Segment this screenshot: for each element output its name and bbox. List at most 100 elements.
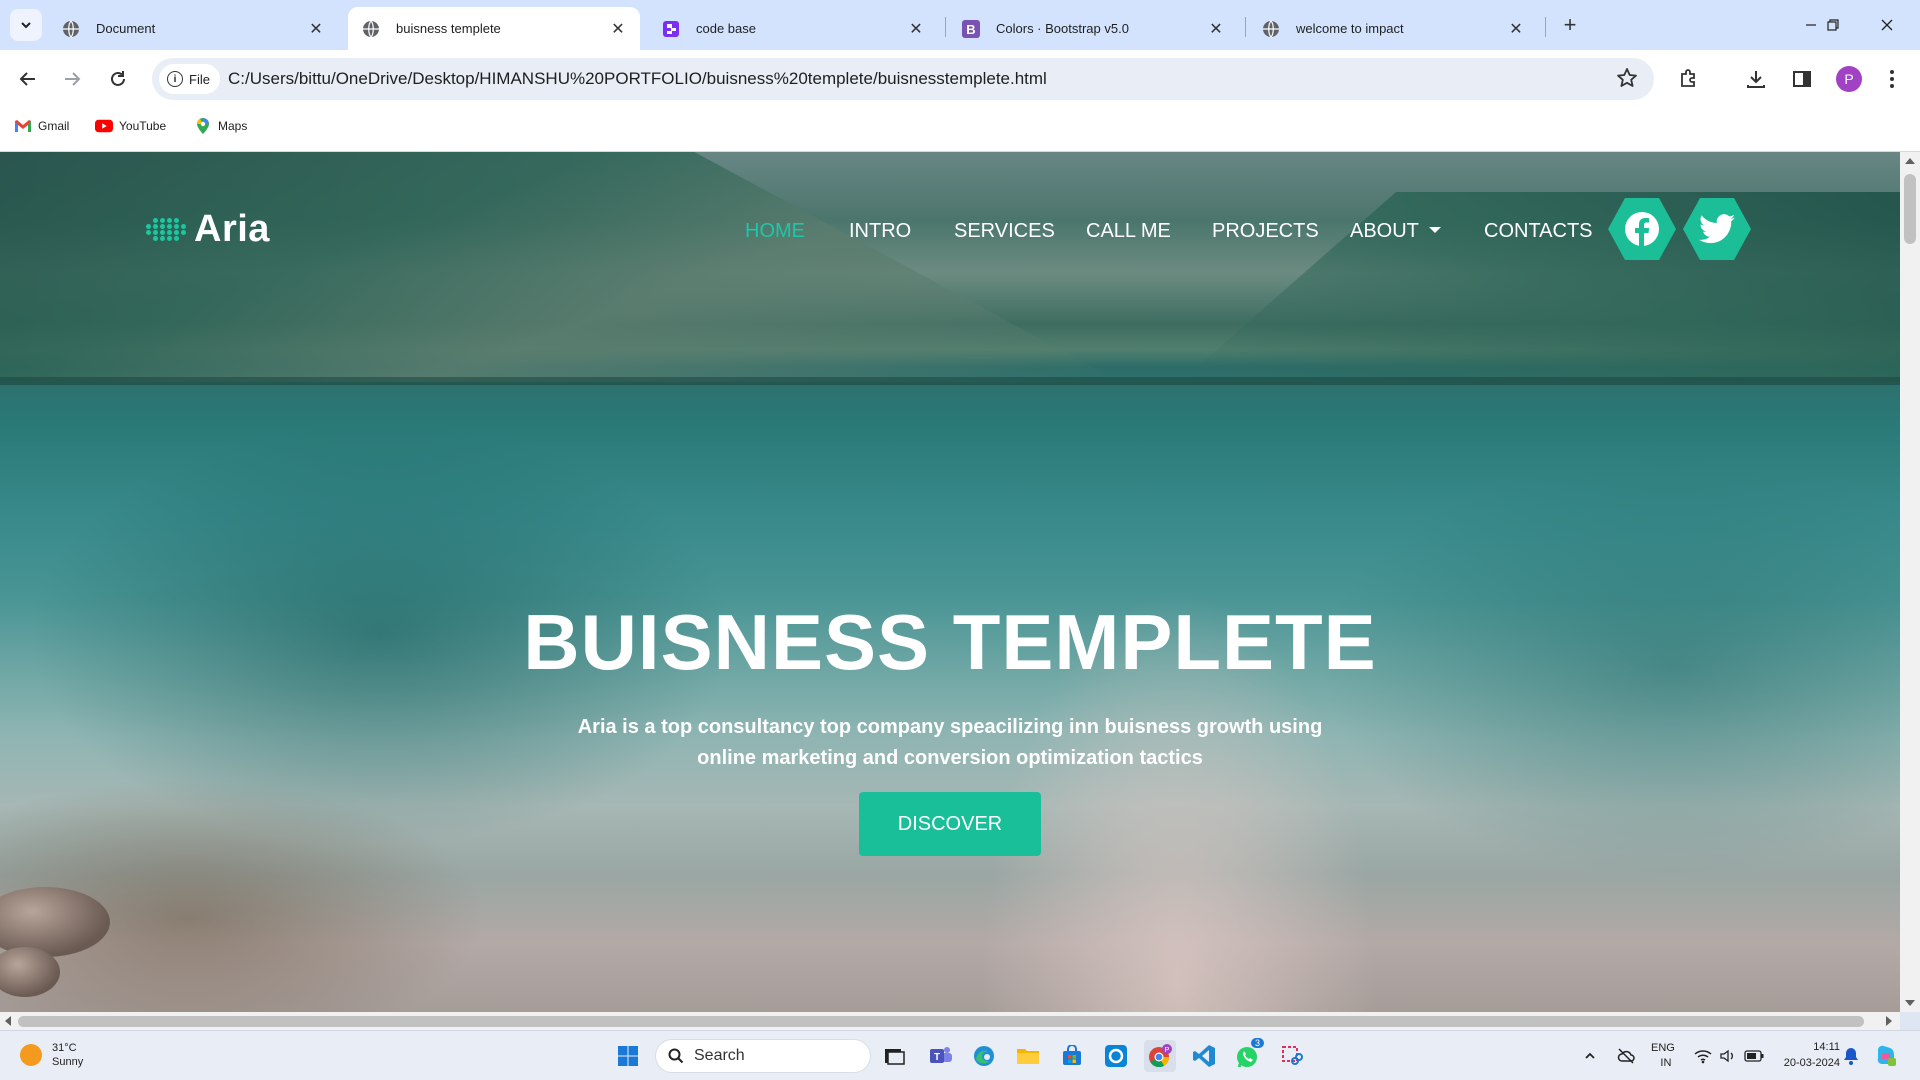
- bookmark-youtube[interactable]: YouTube: [95, 118, 166, 134]
- tab-search-button[interactable]: [10, 9, 42, 41]
- edge-button[interactable]: [968, 1040, 1000, 1072]
- browser-menu-button[interactable]: [1876, 63, 1908, 95]
- vscode-icon: [1193, 1045, 1215, 1067]
- discover-button[interactable]: DISCOVER: [859, 792, 1041, 856]
- close-icon[interactable]: ✕: [1506, 19, 1526, 39]
- downloads-button[interactable]: [1740, 63, 1772, 95]
- svg-text:P: P: [1165, 1047, 1170, 1054]
- address-bar[interactable]: i File C:/Users/bittu/OneDrive/Desktop/H…: [152, 58, 1654, 100]
- bookmark-label: Maps: [218, 119, 248, 133]
- svg-text:T: T: [934, 1052, 940, 1063]
- info-icon: i: [167, 71, 183, 87]
- tab-title: Document: [96, 21, 156, 36]
- tab-separator: [945, 17, 946, 37]
- scroll-right-arrow-icon[interactable]: [1886, 1016, 1892, 1026]
- vscode-button[interactable]: [1188, 1040, 1220, 1072]
- tab-colors-bootstrap[interactable]: B Colors · Bootstrap v5.0 ✕: [948, 7, 1238, 50]
- taskbar-search[interactable]: Search: [655, 1039, 871, 1073]
- chrome-icon: P: [1149, 1044, 1172, 1068]
- file-explorer-button[interactable]: [1012, 1040, 1044, 1072]
- tab-code-base[interactable]: code base ✕: [648, 7, 938, 50]
- bookmark-label: Gmail: [38, 119, 70, 133]
- app-button[interactable]: [1100, 1040, 1132, 1072]
- language-indicator[interactable]: ENG IN: [1651, 1031, 1675, 1080]
- reload-button[interactable]: [102, 63, 134, 95]
- copilot-button[interactable]: [1874, 1031, 1898, 1080]
- side-panel-icon: [1793, 71, 1811, 87]
- notifications-button[interactable]: [1843, 1031, 1859, 1080]
- folder-icon: [1017, 1049, 1039, 1064]
- nav-services[interactable]: SERVICES: [954, 220, 1055, 243]
- task-view-button[interactable]: [878, 1040, 910, 1072]
- scroll-left-arrow-icon[interactable]: [5, 1016, 11, 1026]
- bookmark-gmail[interactable]: Gmail: [14, 118, 69, 134]
- hero-title: BUISNESS TEMPLETE: [523, 598, 1377, 686]
- quick-settings-button[interactable]: [1694, 1031, 1764, 1080]
- close-icon[interactable]: ✕: [306, 19, 326, 39]
- nav-about[interactable]: ABOUT: [1350, 220, 1441, 243]
- reload-icon: [111, 71, 125, 86]
- url-text[interactable]: C:/Users/bittu/OneDrive/Desktop/HIMANSHU…: [228, 69, 1047, 89]
- start-button[interactable]: [612, 1040, 644, 1072]
- bookmark-maps[interactable]: Maps: [194, 118, 247, 134]
- nav-home[interactable]: HOME: [745, 220, 805, 243]
- close-icon[interactable]: ✕: [906, 19, 926, 39]
- search-icon: [668, 1048, 684, 1064]
- twitter-icon: [1699, 214, 1735, 244]
- bootstrap-icon: B: [962, 19, 980, 38]
- new-tab-button[interactable]: +: [1556, 11, 1584, 39]
- language-code: ENG: [1651, 1042, 1675, 1054]
- wifi-icon: [1694, 1050, 1712, 1064]
- side-panel-button[interactable]: [1786, 63, 1818, 95]
- copilot-icon: [1877, 1045, 1896, 1066]
- back-button[interactable]: [12, 63, 44, 95]
- scroll-up-arrow-icon[interactable]: [1905, 158, 1915, 164]
- whatsapp-button[interactable]: 3: [1232, 1038, 1264, 1072]
- snipping-tool-button[interactable]: [1276, 1040, 1308, 1072]
- tab-document[interactable]: Document ✕: [48, 7, 338, 50]
- site-logo[interactable]: Aria: [146, 208, 270, 251]
- maps-icon: [194, 118, 212, 134]
- close-window-button[interactable]: [1864, 0, 1910, 50]
- network-status-button[interactable]: [1617, 1031, 1635, 1080]
- close-icon: [1881, 19, 1893, 31]
- profile-avatar[interactable]: P: [1836, 66, 1862, 92]
- windows-logo-icon: [618, 1046, 638, 1066]
- tab-title: code base: [696, 21, 756, 36]
- vertical-scroll-thumb[interactable]: [1904, 174, 1916, 244]
- ms-store-button[interactable]: [1056, 1040, 1088, 1072]
- nav-intro[interactable]: INTRO: [849, 220, 911, 243]
- horizontal-scrollbar[interactable]: [0, 1012, 1900, 1030]
- globe-icon: [1262, 20, 1280, 38]
- tray-overflow-button[interactable]: [1583, 1031, 1597, 1080]
- restore-button[interactable]: [1810, 0, 1856, 50]
- bookmark-star-button[interactable]: [1616, 67, 1638, 94]
- nav-call-me[interactable]: CALL ME: [1086, 220, 1171, 243]
- tab-welcome-to-impact[interactable]: welcome to impact ✕: [1248, 7, 1538, 50]
- taskbar-clock[interactable]: 14:11 20-03-2024: [1770, 1039, 1840, 1071]
- close-icon[interactable]: ✕: [608, 19, 628, 39]
- bookmarks-bar: Gmail YouTube Maps: [0, 108, 1920, 152]
- extensions-button[interactable]: [1673, 63, 1705, 95]
- weather-temp: 31°C: [52, 1042, 77, 1054]
- site-info-chip[interactable]: i File: [159, 64, 220, 94]
- vertical-scrollbar[interactable]: [1900, 152, 1920, 1012]
- globe-icon: [362, 20, 380, 38]
- weather-widget[interactable]: 31°C Sunny: [20, 1041, 83, 1069]
- forward-button[interactable]: [56, 63, 88, 95]
- gmail-icon: [14, 118, 32, 134]
- close-icon[interactable]: ✕: [1206, 19, 1226, 39]
- puzzle-icon: [1681, 69, 1695, 87]
- tab-buisness-templete[interactable]: buisness templete ✕: [348, 7, 640, 50]
- windows-taskbar: 31°C Sunny Search T P 3 ENG IN 14:11 20-…: [0, 1030, 1920, 1080]
- chrome-button[interactable]: P: [1144, 1040, 1176, 1072]
- nav-contacts[interactable]: CONTACTS: [1484, 220, 1593, 243]
- nav-projects[interactable]: PROJECTS: [1212, 220, 1319, 243]
- youtube-icon: [95, 118, 113, 134]
- horizontal-scroll-thumb[interactable]: [18, 1016, 1864, 1027]
- nav-about-label: ABOUT: [1350, 220, 1419, 242]
- store-icon: [1063, 1045, 1081, 1065]
- scroll-down-arrow-icon[interactable]: [1905, 1000, 1915, 1006]
- teams-button[interactable]: T: [925, 1040, 957, 1072]
- tab-strip: Document ✕ buisness templete ✕ code base…: [0, 0, 1920, 50]
